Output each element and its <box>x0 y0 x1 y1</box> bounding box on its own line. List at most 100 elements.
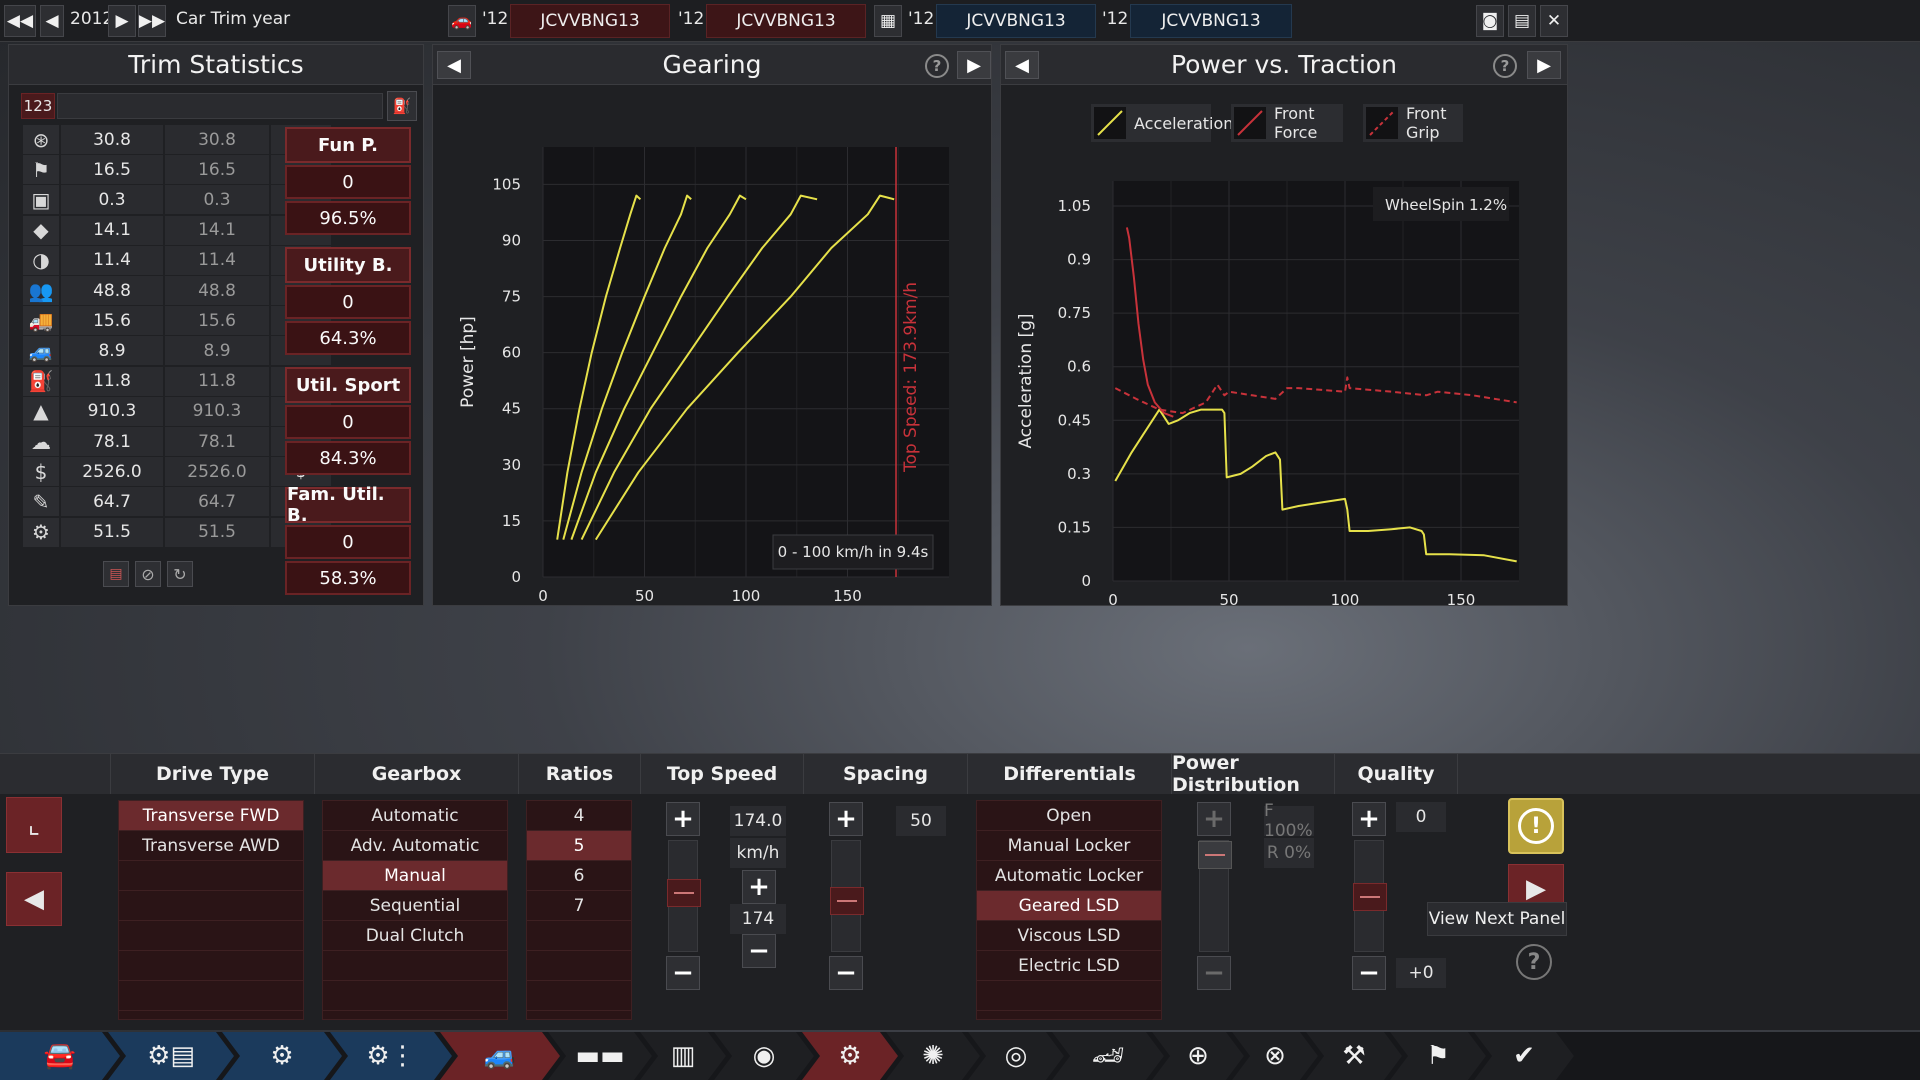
calculator-icon[interactable]: ▤ <box>1508 5 1536 37</box>
differential-option[interactable]: Automatic Locker <box>977 861 1161 891</box>
car-model-icon[interactable]: 🚗 <box>448 5 476 37</box>
clipboard-icon[interactable]: ▤ <box>103 561 129 587</box>
warning-button[interactable]: ! <box>1508 798 1564 854</box>
power-dist-slider-thumb[interactable] <box>1198 841 1232 869</box>
differential-option[interactable]: Geared LSD <box>977 891 1161 921</box>
top-speed-slider-minus[interactable]: − <box>666 956 700 990</box>
ratio-option[interactable]: 6 <box>527 861 631 891</box>
spacing-plus-button[interactable]: + <box>829 802 863 836</box>
power-dist-minus-button[interactable]: − <box>1197 956 1231 990</box>
nav-trim-tab[interactable]: 🚙 <box>440 1032 560 1080</box>
quality-slider-thumb[interactable] <box>1353 883 1387 911</box>
spacing-slider-thumb[interactable] <box>830 887 864 915</box>
nav-chassis-tab[interactable]: ▬▬ <box>548 1032 652 1080</box>
traction-prev-button[interactable]: ◀ <box>1005 51 1039 79</box>
nav-interior-tab[interactable]: ⊕ <box>1152 1032 1244 1080</box>
interior-icon: ⊕ <box>1187 1041 1209 1071</box>
drive-type-option[interactable]: Transverse FWD <box>119 801 303 831</box>
nav-tuning-tab[interactable]: ⚒ <box>1306 1032 1402 1080</box>
plot-area <box>1113 181 1519 581</box>
nav-brakes-tab[interactable]: ◎ <box>968 1032 1064 1080</box>
nav-wheels-tab[interactable]: ✺ <box>886 1032 980 1080</box>
top-speed-slider-thumb[interactable] <box>667 879 701 907</box>
top-speed-value: 174.0 <box>730 806 786 836</box>
nav-engine-tab[interactable]: ⚙ <box>222 1032 342 1080</box>
nav-engine-tune-tab[interactable]: ⚙⋮ <box>330 1032 452 1080</box>
trim-name-input[interactable] <box>57 93 383 119</box>
nav-testing-tab[interactable]: ⚑ <box>1390 1032 1486 1080</box>
engine-family-icon: ⚙▤ <box>147 1041 195 1071</box>
gearing-next-button[interactable]: ▶ <box>957 51 991 79</box>
model-3-chip[interactable]: JCVVBNG13 <box>936 4 1096 38</box>
view-next-panel-tooltip: View Next Panel <box>1427 902 1567 936</box>
nav-aero-tab[interactable]: 🏎 <box>1052 1032 1164 1080</box>
gearbox-option[interactable]: Sequential <box>323 891 507 921</box>
close-icon[interactable]: ✕ <box>1540 5 1568 37</box>
y-tick-label: 15 <box>502 512 521 530</box>
top-speed-slider[interactable] <box>667 840 701 952</box>
weight-icon: ▲ <box>23 396 59 426</box>
gearing-help-icon[interactable]: ? <box>925 54 949 78</box>
prev-year-button[interactable]: ◀ <box>40 5 64 37</box>
quality-plus-button[interactable]: + <box>1352 802 1386 836</box>
power-distribution-title: Power Distribution <box>1171 752 1334 796</box>
nav-engine-family-tab[interactable]: ⚙▤ <box>108 1032 234 1080</box>
traction-next-button[interactable]: ▶ <box>1527 51 1561 79</box>
gearing-prev-button[interactable]: ◀ <box>437 51 471 79</box>
nav-safety-tab[interactable]: ⊗ <box>1232 1032 1318 1080</box>
help-icon[interactable]: ? <box>1516 944 1552 980</box>
cancel-icon[interactable]: ⊘ <box>135 561 161 587</box>
differential-option[interactable]: Electric LSD <box>977 951 1161 981</box>
next-year-button[interactable]: ▶ <box>108 5 136 37</box>
back-button[interactable]: ◀ <box>6 872 62 926</box>
spacing-slider[interactable] <box>830 840 864 952</box>
nav-drivetrain-tab[interactable]: ⚙ <box>802 1032 898 1080</box>
chart-view-button[interactable]: ⌞ <box>6 797 62 853</box>
legend-acceleration[interactable]: Acceleration <box>1091 104 1233 142</box>
top-speed-target[interactable]: 174 <box>730 904 786 934</box>
legend-front-force[interactable]: Front Force <box>1231 104 1343 142</box>
power-dist-slider[interactable] <box>1198 840 1232 952</box>
left-icon: ◀ <box>45 11 59 31</box>
y-tick-label: 0.45 <box>1058 411 1091 429</box>
trim-stat-value: 8.9 <box>61 336 163 366</box>
model-1-chip[interactable]: JCVVBNG13 <box>510 4 670 38</box>
power-dist-plus-button[interactable]: + <box>1197 802 1231 836</box>
legend-front-force-swatch <box>1234 107 1266 139</box>
drive-type-option[interactable]: Transverse AWD <box>119 831 303 861</box>
differential-option[interactable]: Open <box>977 801 1161 831</box>
nav-body-tab[interactable]: ▥ <box>640 1032 726 1080</box>
gearbox-option[interactable]: Automatic <box>323 801 507 831</box>
top-speed-minus-button[interactable]: − <box>742 934 776 968</box>
gearbox-option[interactable]: Adv. Automatic <box>323 831 507 861</box>
gearbox-option[interactable]: Manual <box>323 861 507 891</box>
quality-slider[interactable] <box>1353 840 1387 952</box>
ratio-option[interactable]: 7 <box>527 891 631 921</box>
camera-icon[interactable]: ◙ <box>1476 5 1504 37</box>
trim-stat-compare: 910.3 <box>165 396 269 426</box>
model-2-chip[interactable]: JCVVBNG13 <box>706 4 866 38</box>
spacing-minus-button[interactable]: − <box>829 956 863 990</box>
engine-icon[interactable]: ▦ <box>874 5 902 37</box>
legend-front-grip[interactable]: Front Grip <box>1363 104 1463 142</box>
ratio-option[interactable]: 4 <box>527 801 631 831</box>
differential-option[interactable]: Viscous LSD <box>977 921 1161 951</box>
model-4-chip[interactable]: JCVVBNG13 <box>1130 4 1292 38</box>
ratio-option[interactable]: 5 <box>527 831 631 861</box>
last-year-button[interactable]: ▶▶ <box>138 5 166 37</box>
tuning-icon: ⚒ <box>1342 1041 1366 1071</box>
gearbox-option[interactable]: Dual Clutch <box>323 921 507 951</box>
nav-fixtures-tab[interactable]: ◉ <box>714 1032 814 1080</box>
first-year-button[interactable]: ◀◀ <box>4 5 36 37</box>
fuel-pump-icon[interactable]: ⛽ <box>387 91 417 121</box>
top-speed-plus-button[interactable]: + <box>742 870 776 904</box>
nav-car-body-tab[interactable]: 🚘 <box>0 1032 120 1080</box>
traction-help-icon[interactable]: ? <box>1493 54 1517 78</box>
quality-minus-button[interactable]: − <box>1352 956 1386 990</box>
trim-count-box[interactable]: 123 <box>21 93 55 119</box>
arrow-left-icon: ◀ <box>447 54 461 76</box>
reset-icon[interactable]: ↻ <box>167 561 193 587</box>
top-speed-slider-plus[interactable]: + <box>666 802 700 836</box>
nav-finish-tab[interactable]: ✔ <box>1474 1032 1574 1080</box>
differential-option[interactable]: Manual Locker <box>977 831 1161 861</box>
